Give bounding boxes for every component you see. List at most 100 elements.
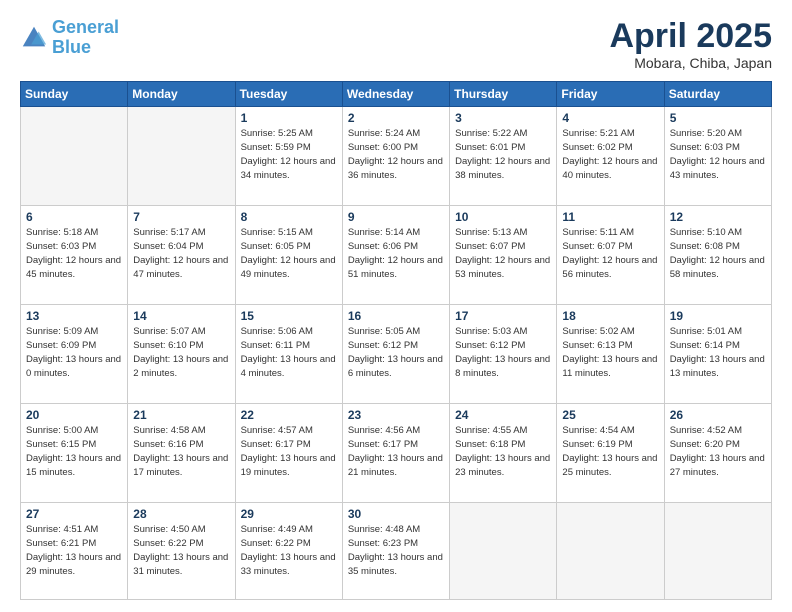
- calendar-cell: 20 Sunrise: 5:00 AMSunset: 6:15 PMDayligh…: [21, 404, 128, 503]
- day-info: Sunrise: 5:20 AMSunset: 6:03 PMDaylight:…: [670, 127, 766, 182]
- day-info: Sunrise: 4:49 AMSunset: 6:22 PMDaylight:…: [241, 523, 337, 578]
- day-header-friday: Friday: [557, 82, 664, 107]
- calendar-cell: 26 Sunrise: 4:52 AMSunset: 6:20 PMDayligh…: [664, 404, 771, 503]
- day-info: Sunrise: 5:03 AMSunset: 6:12 PMDaylight:…: [455, 325, 551, 380]
- calendar-cell: 13 Sunrise: 5:09 AMSunset: 6:09 PMDayligh…: [21, 305, 128, 404]
- calendar-cell: 16 Sunrise: 5:05 AMSunset: 6:12 PMDayligh…: [342, 305, 449, 404]
- day-number: 8: [241, 210, 337, 224]
- calendar-cell: 8 Sunrise: 5:15 AMSunset: 6:05 PMDaylight…: [235, 206, 342, 305]
- day-number: 5: [670, 111, 766, 125]
- day-header-wednesday: Wednesday: [342, 82, 449, 107]
- day-info: Sunrise: 5:00 AMSunset: 6:15 PMDaylight:…: [26, 424, 122, 479]
- week-row-1: 1 Sunrise: 5:25 AMSunset: 5:59 PMDaylight…: [21, 107, 772, 206]
- calendar-table: SundayMondayTuesdayWednesdayThursdayFrid…: [20, 81, 772, 600]
- calendar-cell: 24Sunrise: 4:55 AMSunset: 6:18 PMDayligh…: [450, 404, 557, 503]
- calendar-cell: [557, 503, 664, 600]
- day-number: 2: [348, 111, 444, 125]
- day-info: Sunrise: 4:48 AMSunset: 6:23 PMDaylight:…: [348, 523, 444, 578]
- day-info: Sunrise: 4:51 AMSunset: 6:21 PMDaylight:…: [26, 523, 122, 578]
- calendar-cell: 4 Sunrise: 5:21 AMSunset: 6:02 PMDaylight…: [557, 107, 664, 206]
- calendar-cell: 12 Sunrise: 5:10 AMSunset: 6:08 PMDayligh…: [664, 206, 771, 305]
- day-info: Sunrise: 5:09 AMSunset: 6:09 PMDaylight:…: [26, 325, 122, 380]
- day-info: Sunrise: 4:50 AMSunset: 6:22 PMDaylight:…: [133, 523, 229, 578]
- page: General Blue April 2025 Mobara, Chiba, J…: [0, 0, 792, 612]
- day-number: 10: [455, 210, 551, 224]
- calendar-cell: 29 Sunrise: 4:49 AMSunset: 6:22 PMDayligh…: [235, 503, 342, 600]
- day-info: Sunrise: 5:13 AMSunset: 6:07 PMDaylight:…: [455, 226, 551, 281]
- day-info: Sunrise: 4:58 AMSunset: 6:16 PMDaylight:…: [133, 424, 229, 479]
- day-number: 12: [670, 210, 766, 224]
- calendar-cell: 10 Sunrise: 5:13 AMSunset: 6:07 PMDayligh…: [450, 206, 557, 305]
- week-row-2: 6 Sunrise: 5:18 AMSunset: 6:03 PMDaylight…: [21, 206, 772, 305]
- calendar-cell: [21, 107, 128, 206]
- day-number: 1: [241, 111, 337, 125]
- calendar-cell: 18 Sunrise: 5:02 AMSunset: 6:13 PMDayligh…: [557, 305, 664, 404]
- day-info: Sunrise: 5:05 AMSunset: 6:12 PMDaylight:…: [348, 325, 444, 380]
- day-number: 15: [241, 309, 337, 323]
- calendar-cell: 25Sunrise: 4:54 AMSunset: 6:19 PMDayligh…: [557, 404, 664, 503]
- calendar-cell: [450, 503, 557, 600]
- day-number: 13: [26, 309, 122, 323]
- day-number: 16: [348, 309, 444, 323]
- day-info: Sunrise: 5:01 AMSunset: 6:14 PMDaylight:…: [670, 325, 766, 380]
- logo-icon: [20, 24, 48, 52]
- day-number: 27: [26, 507, 122, 521]
- day-info: Sunrise: 5:24 AMSunset: 6:00 PMDaylight:…: [348, 127, 444, 182]
- week-row-5: 27 Sunrise: 4:51 AMSunset: 6:21 PMDayligh…: [21, 503, 772, 600]
- day-number: 11: [562, 210, 658, 224]
- calendar-cell: 22Sunrise: 4:57 AMSunset: 6:17 PMDayligh…: [235, 404, 342, 503]
- calendar-cell: 11 Sunrise: 5:11 AMSunset: 6:07 PMDayligh…: [557, 206, 664, 305]
- calendar-cell: 7Sunrise: 5:17 AMSunset: 6:04 PMDaylight…: [128, 206, 235, 305]
- day-number: 28: [133, 507, 229, 521]
- day-info: Sunrise: 5:06 AMSunset: 6:11 PMDaylight:…: [241, 325, 337, 380]
- day-number: 30: [348, 507, 444, 521]
- day-info: Sunrise: 5:25 AMSunset: 5:59 PMDaylight:…: [241, 127, 337, 182]
- day-info: Sunrise: 5:02 AMSunset: 6:13 PMDaylight:…: [562, 325, 658, 380]
- calendar-cell: 21Sunrise: 4:58 AMSunset: 6:16 PMDayligh…: [128, 404, 235, 503]
- day-number: 24: [455, 408, 551, 422]
- calendar-cell: 3 Sunrise: 5:22 AMSunset: 6:01 PMDaylight…: [450, 107, 557, 206]
- day-info: Sunrise: 4:56 AMSunset: 6:17 PMDaylight:…: [348, 424, 444, 479]
- calendar-cell: 14 Sunrise: 5:07 AMSunset: 6:10 PMDayligh…: [128, 305, 235, 404]
- calendar-header-row: SundayMondayTuesdayWednesdayThursdayFrid…: [21, 82, 772, 107]
- day-number: 23: [348, 408, 444, 422]
- week-row-3: 13 Sunrise: 5:09 AMSunset: 6:09 PMDayligh…: [21, 305, 772, 404]
- day-number: 18: [562, 309, 658, 323]
- day-info: Sunrise: 5:21 AMSunset: 6:02 PMDaylight:…: [562, 127, 658, 182]
- day-info: Sunrise: 5:14 AMSunset: 6:06 PMDaylight:…: [348, 226, 444, 281]
- day-header-saturday: Saturday: [664, 82, 771, 107]
- location: Mobara, Chiba, Japan: [609, 55, 772, 71]
- logo: General Blue: [20, 18, 119, 58]
- day-number: 22: [241, 408, 337, 422]
- day-number: 20: [26, 408, 122, 422]
- day-header-sunday: Sunday: [21, 82, 128, 107]
- calendar-cell: 30 Sunrise: 4:48 AMSunset: 6:23 PMDayligh…: [342, 503, 449, 600]
- calendar-cell: 27 Sunrise: 4:51 AMSunset: 6:21 PMDayligh…: [21, 503, 128, 600]
- day-info: Sunrise: 5:11 AMSunset: 6:07 PMDaylight:…: [562, 226, 658, 281]
- header: General Blue April 2025 Mobara, Chiba, J…: [20, 18, 772, 71]
- day-number: 4: [562, 111, 658, 125]
- day-info: Sunrise: 5:10 AMSunset: 6:08 PMDaylight:…: [670, 226, 766, 281]
- day-info: Sunrise: 4:52 AMSunset: 6:20 PMDaylight:…: [670, 424, 766, 479]
- day-header-monday: Monday: [128, 82, 235, 107]
- month-title: April 2025: [609, 18, 772, 55]
- day-info: Sunrise: 5:07 AMSunset: 6:10 PMDaylight:…: [133, 325, 229, 380]
- calendar-cell: 1 Sunrise: 5:25 AMSunset: 5:59 PMDaylight…: [235, 107, 342, 206]
- day-number: 6: [26, 210, 122, 224]
- calendar-cell: 28 Sunrise: 4:50 AMSunset: 6:22 PMDayligh…: [128, 503, 235, 600]
- day-number: 19: [670, 309, 766, 323]
- day-number: 9: [348, 210, 444, 224]
- day-info: Sunrise: 5:22 AMSunset: 6:01 PMDaylight:…: [455, 127, 551, 182]
- day-number: 14: [133, 309, 229, 323]
- logo-text: General Blue: [52, 18, 119, 58]
- calendar-cell: 5 Sunrise: 5:20 AMSunset: 6:03 PMDaylight…: [664, 107, 771, 206]
- day-number: 26: [670, 408, 766, 422]
- day-number: 25: [562, 408, 658, 422]
- day-info: Sunrise: 5:18 AMSunset: 6:03 PMDaylight:…: [26, 226, 122, 281]
- day-header-thursday: Thursday: [450, 82, 557, 107]
- day-number: 29: [241, 507, 337, 521]
- calendar-cell: [128, 107, 235, 206]
- day-number: 3: [455, 111, 551, 125]
- day-info: Sunrise: 5:15 AMSunset: 6:05 PMDaylight:…: [241, 226, 337, 281]
- day-info: Sunrise: 5:17 AMSunset: 6:04 PMDaylight:…: [133, 226, 229, 281]
